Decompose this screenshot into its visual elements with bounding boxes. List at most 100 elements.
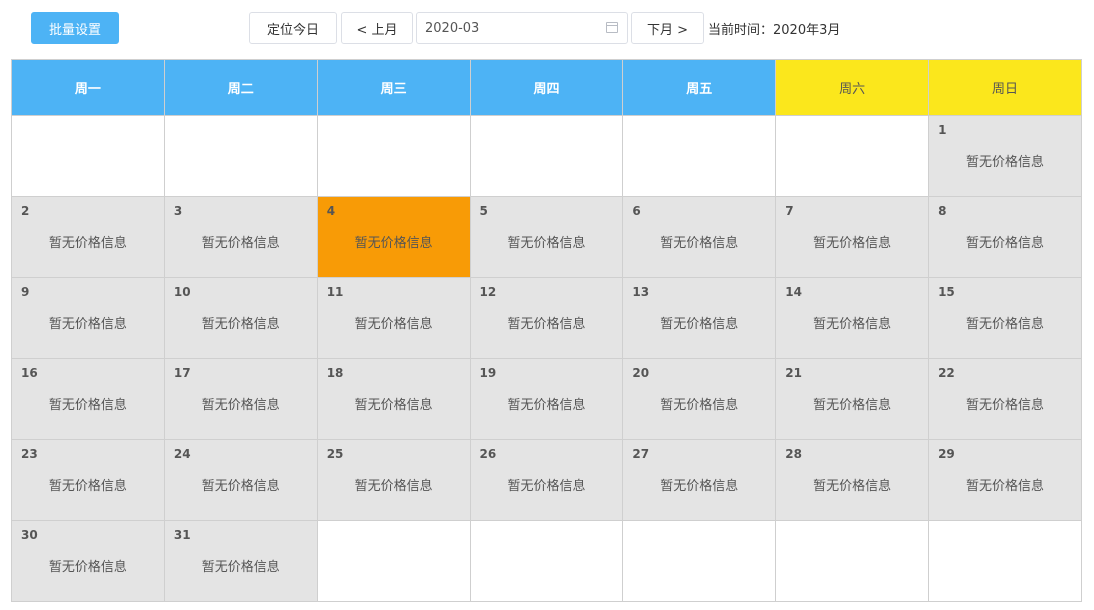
day-cell[interactable]: 17 暂无价格信息 — [164, 359, 318, 440]
day-cell[interactable]: 20 暂无价格信息 — [623, 359, 777, 440]
empty-day-cell — [317, 521, 471, 602]
empty-day-cell — [317, 116, 471, 197]
day-price-info: 暂无价格信息 — [354, 398, 433, 413]
day-number: 7 — [785, 204, 794, 218]
week-row: 9 暂无价格信息 10 暂无价格信息 11 暂无价格信息 12 暂无价格信息 13 暂无价格信息 1… — [12, 278, 1082, 359]
day-price-info: 暂无价格信息 — [48, 560, 127, 575]
current-time-value: 2020年3月 — [773, 22, 841, 38]
week-row: 1 暂无价格信息 — [12, 116, 1082, 197]
day-cell[interactable]: 7 暂无价格信息 — [776, 197, 930, 278]
day-cell[interactable]: 23 暂无价格信息 — [12, 440, 165, 521]
day-cell[interactable]: 22 暂无价格信息 — [929, 359, 1082, 440]
day-price-info: 暂无价格信息 — [507, 479, 586, 494]
day-cell[interactable]: 24 暂无价格信息 — [164, 440, 318, 521]
day-cell[interactable]: 16 暂无价格信息 — [12, 359, 165, 440]
day-cell[interactable]: 15 暂无价格信息 — [929, 278, 1082, 359]
day-price-info: 暂无价格信息 — [813, 479, 892, 494]
day-price-info: 暂无价格信息 — [660, 236, 739, 251]
day-price-info: 暂无价格信息 — [354, 479, 433, 494]
month-picker-input[interactable]: 2020-03 — [416, 12, 628, 44]
day-number: 2 — [21, 204, 30, 218]
empty-day-cell — [470, 521, 624, 602]
day-cell-today[interactable]: 4 暂无价格信息 — [317, 197, 471, 278]
day-cell[interactable]: 3 暂无价格信息 — [164, 197, 318, 278]
day-price-info: 暂无价格信息 — [813, 317, 892, 332]
day-cell[interactable]: 10 暂无价格信息 — [164, 278, 318, 359]
day-number: 16 — [21, 366, 38, 380]
day-number: 9 — [21, 285, 30, 299]
empty-day-cell — [623, 116, 777, 197]
empty-day-cell — [470, 116, 624, 197]
day-cell[interactable]: 21 暂无价格信息 — [776, 359, 930, 440]
empty-day-cell — [929, 521, 1082, 602]
day-number: 8 — [938, 204, 947, 218]
week-row: 30 暂无价格信息 31 暂无价格信息 — [12, 521, 1082, 602]
weeks-container: 1 暂无价格信息 2 暂无价格信息 3 暂无价格信息 4 暂无价格信息 5 暂无价格信息 6 暂无价格… — [12, 116, 1082, 602]
day-price-info: 暂无价格信息 — [354, 236, 433, 251]
day-number: 30 — [21, 528, 38, 542]
day-cell[interactable]: 12 暂无价格信息 — [470, 278, 624, 359]
weekday-header-fri: 周五 — [623, 60, 777, 116]
day-cell[interactable]: 5 暂无价格信息 — [470, 197, 624, 278]
day-cell[interactable]: 14 暂无价格信息 — [776, 278, 930, 359]
day-number: 11 — [326, 285, 344, 299]
current-time: 当前时间： 2020年3月 — [708, 12, 840, 44]
day-number: 22 — [938, 366, 955, 380]
day-price-info: 暂无价格信息 — [201, 560, 280, 575]
day-cell[interactable]: 9 暂无价格信息 — [12, 278, 165, 359]
next-month-button[interactable]: 下月 > — [631, 12, 704, 44]
day-cell[interactable]: 1 暂无价格信息 — [929, 116, 1082, 197]
weekday-header-thu: 周四 — [470, 60, 624, 116]
day-cell[interactable]: 6 暂无价格信息 — [623, 197, 777, 278]
empty-day-cell — [12, 116, 165, 197]
day-price-info: 暂无价格信息 — [507, 236, 586, 251]
day-price-info: 暂无价格信息 — [813, 236, 892, 251]
day-price-info: 暂无价格信息 — [813, 398, 892, 413]
day-cell[interactable]: 30 暂无价格信息 — [12, 521, 165, 602]
day-number: 10 — [173, 285, 191, 299]
day-price-info: 暂无价格信息 — [660, 317, 739, 332]
day-number: 24 — [173, 447, 191, 461]
day-number: 28 — [785, 447, 802, 461]
day-cell[interactable]: 28 暂无价格信息 — [776, 440, 930, 521]
day-number: 4 — [326, 204, 336, 218]
day-price-info: 暂无价格信息 — [660, 479, 739, 494]
day-number: 13 — [632, 285, 650, 299]
day-price-info: 暂无价格信息 — [660, 398, 739, 413]
day-number: 18 — [326, 366, 344, 380]
batch-settings-button[interactable]: 批量设置 — [31, 12, 119, 44]
day-price-info: 暂无价格信息 — [507, 398, 586, 413]
day-number: 23 — [21, 447, 38, 461]
day-cell[interactable]: 2 暂无价格信息 — [12, 197, 165, 278]
day-number: 3 — [173, 204, 183, 218]
day-price-info: 暂无价格信息 — [965, 155, 1044, 170]
day-number: 14 — [785, 285, 802, 299]
day-number: 31 — [173, 528, 191, 542]
day-number: 20 — [632, 366, 650, 380]
day-price-info: 暂无价格信息 — [507, 317, 586, 332]
day-cell[interactable]: 26 暂无价格信息 — [470, 440, 624, 521]
day-price-info: 暂无价格信息 — [48, 317, 127, 332]
day-cell[interactable]: 18 暂无价格信息 — [317, 359, 471, 440]
day-cell[interactable]: 31 暂无价格信息 — [164, 521, 318, 602]
prev-month-button[interactable]: < 上月 — [341, 12, 413, 44]
calendar-icon[interactable] — [606, 22, 618, 33]
day-number: 6 — [632, 204, 641, 218]
day-cell[interactable]: 29 暂无价格信息 — [929, 440, 1082, 521]
day-price-info: 暂无价格信息 — [965, 317, 1044, 332]
day-cell[interactable]: 25 暂无价格信息 — [317, 440, 471, 521]
month-picker-value: 2020-03 — [425, 20, 480, 36]
day-cell[interactable]: 19 暂无价格信息 — [470, 359, 624, 440]
day-cell[interactable]: 13 暂无价格信息 — [623, 278, 777, 359]
empty-day-cell — [776, 116, 930, 197]
day-price-info: 暂无价格信息 — [48, 398, 127, 413]
day-cell[interactable]: 27 暂无价格信息 — [623, 440, 777, 521]
day-cell[interactable]: 11 暂无价格信息 — [317, 278, 471, 359]
day-cell[interactable]: 8 暂无价格信息 — [929, 197, 1082, 278]
day-number: 12 — [479, 285, 497, 299]
empty-day-cell — [623, 521, 777, 602]
day-price-info: 暂无价格信息 — [48, 479, 127, 494]
day-price-info: 暂无价格信息 — [201, 398, 280, 413]
day-price-info: 暂无价格信息 — [965, 479, 1044, 494]
locate-today-button[interactable]: 定位今日 — [249, 12, 337, 44]
